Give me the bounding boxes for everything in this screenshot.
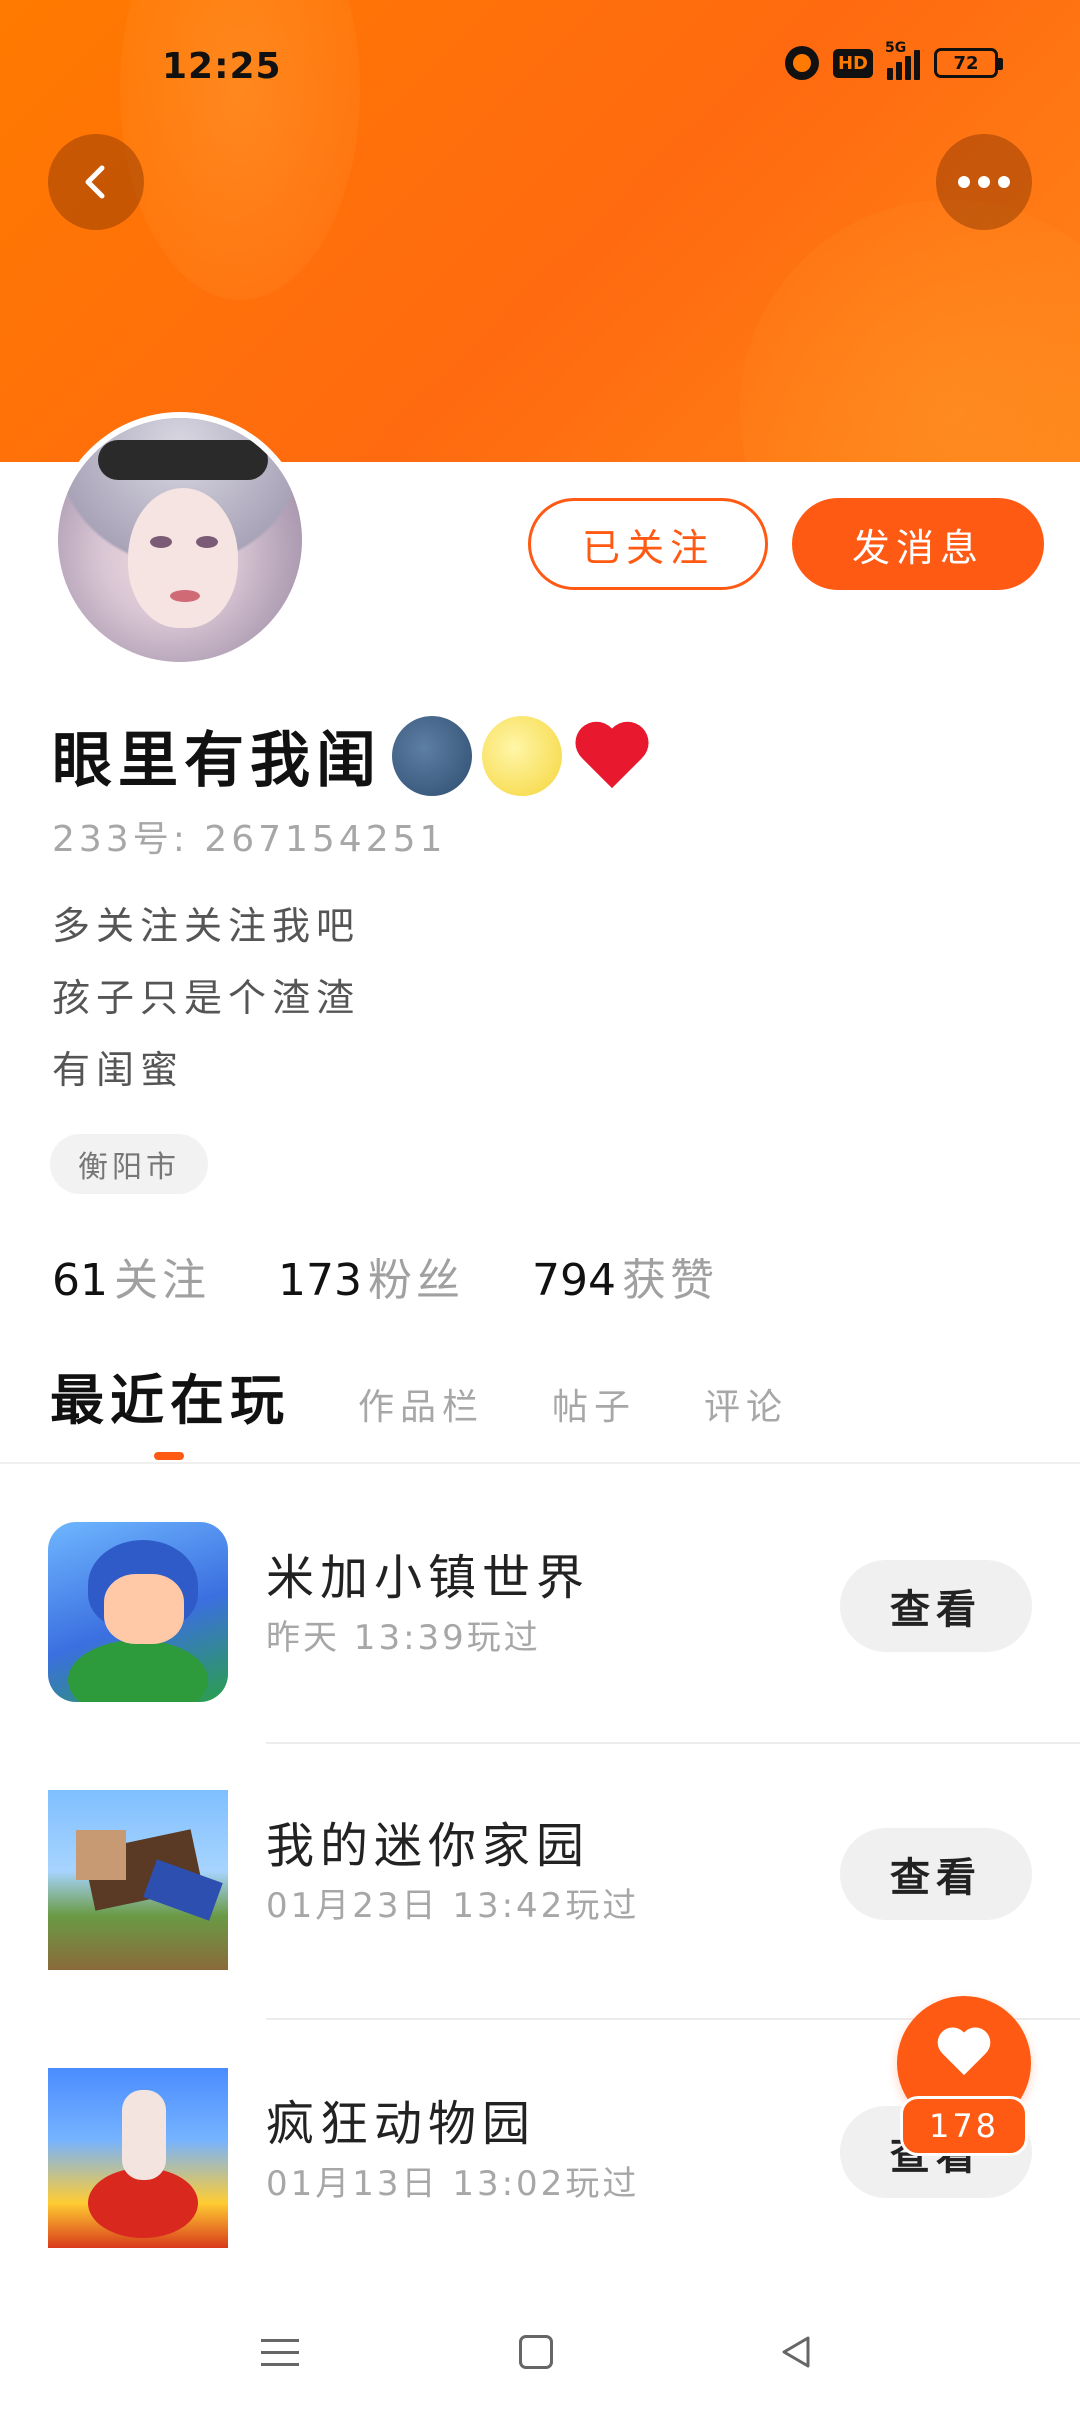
active-tab-indicator: [154, 1452, 184, 1460]
battery-level: 72: [953, 52, 979, 74]
stat-followers[interactable]: 173 粉丝: [278, 1244, 464, 1308]
stat-number: 173: [278, 1255, 362, 1306]
new-moon-face-icon: [392, 715, 472, 796]
tab-posts[interactable]: 帖子: [552, 1378, 636, 1430]
avatar-image: [58, 418, 302, 662]
view-button[interactable]: 查看: [840, 1560, 1032, 1652]
heart-icon: [936, 2029, 992, 2081]
game-played-time: 01月13日 13:02玩过: [266, 2164, 640, 2204]
avatar[interactable]: [52, 412, 308, 668]
divider: [266, 1742, 1080, 1744]
bio: 多关注关注我吧 孩子只是个渣渣 有闺蜜: [52, 890, 360, 1106]
back-triangle-icon[interactable]: [766, 2322, 826, 2382]
status-time: 12:25: [162, 46, 282, 87]
user-id: 233号: 267154251: [52, 819, 447, 860]
hd-icon: HD: [832, 48, 873, 78]
location-tag: 衡阳市: [50, 1134, 208, 1194]
view-button[interactable]: 查看: [840, 1828, 1032, 1920]
tab-recently-played[interactable]: 最近在玩: [50, 1356, 290, 1435]
bio-line: 孩子只是个渣渣: [52, 976, 361, 1020]
username: 眼里有我闺: [52, 726, 382, 796]
full-moon-face-icon: [482, 715, 562, 796]
username-row: 眼里有我闺: [52, 712, 652, 799]
profile-tabs: 最近在玩 作品栏 帖子 评论: [50, 1356, 788, 1435]
menu-icon[interactable]: [250, 2322, 310, 2382]
back-button[interactable]: [48, 134, 144, 230]
chevron-left-icon: [85, 165, 105, 199]
stat-following[interactable]: 61 关注: [52, 1244, 210, 1308]
stat-label: 关注: [114, 1255, 210, 1306]
stat-number: 794: [531, 1255, 616, 1306]
game-played-time: 昨天 13:39玩过: [266, 1618, 541, 1658]
game-icon: [48, 1522, 228, 1702]
status-bar: 12:25 HD 5G 72: [0, 0, 1080, 140]
tab-comments[interactable]: 评论: [704, 1378, 788, 1430]
home-square-icon[interactable]: [506, 2322, 566, 2382]
more-dots-icon: [958, 176, 1010, 188]
game-title: 米加小镇世界: [266, 1550, 591, 1606]
bio-line: 多关注关注我吧: [52, 904, 361, 948]
bio-line: 有闺蜜: [52, 1048, 185, 1092]
stat-label: 获赞: [621, 1255, 718, 1306]
system-nav-bar: [0, 2282, 1080, 2412]
red-heart-icon: [572, 716, 652, 796]
banner-glow: [740, 200, 1080, 462]
network-type: 5G: [885, 40, 907, 56]
list-item[interactable]: 米加小镇世界 昨天 13:39玩过 查看: [0, 1482, 1080, 1722]
battery-icon: 72: [934, 48, 1003, 78]
signal-icon: 5G: [885, 40, 920, 80]
game-title: 疯狂动物园: [266, 2096, 537, 2152]
status-icons: HD 5G 72: [784, 40, 1003, 80]
divider: [0, 1462, 1080, 1464]
send-message-button[interactable]: 发消息: [792, 498, 1044, 590]
stat-label: 粉丝: [367, 1255, 464, 1306]
tab-works[interactable]: 作品栏: [358, 1378, 484, 1430]
more-button[interactable]: [936, 134, 1032, 230]
stat-likes: 794 获赞: [532, 1244, 718, 1308]
profile-stats: 61 关注 173 粉丝 794 获赞: [52, 1244, 718, 1308]
game-icon: [48, 1790, 228, 1970]
stat-number: 61: [52, 1255, 108, 1306]
game-title: 我的迷你家园: [266, 1818, 591, 1874]
list-item[interactable]: 我的迷你家园 01月23日 13:42玩过 查看: [0, 1750, 1080, 1990]
game-played-time: 01月23日 13:42玩过: [266, 1886, 640, 1926]
game-icon: [48, 2068, 228, 2248]
following-button[interactable]: 已关注: [528, 498, 768, 590]
alarm-icon: [784, 46, 819, 80]
like-count: 178: [900, 2096, 1028, 2156]
